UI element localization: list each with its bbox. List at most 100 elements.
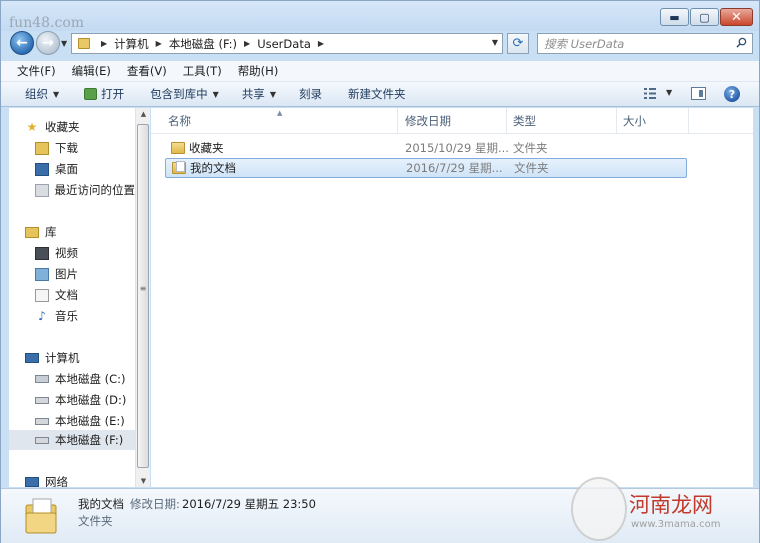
forward-arrow-icon: → xyxy=(42,35,54,51)
menu-help[interactable]: 帮助(H) xyxy=(238,63,279,79)
details-date-label: 修改日期: xyxy=(130,497,180,511)
menu-bar: 文件(F) 编辑(E) 查看(V) 工具(T) 帮助(H) xyxy=(1,61,759,82)
sidebar-item-drive-f[interactable]: 本地磁盘 (F:) xyxy=(9,430,135,450)
close-button[interactable]: ✕ xyxy=(720,8,753,26)
sidebar-group-label: 库 xyxy=(45,225,57,239)
burn-button[interactable]: 刻录 xyxy=(299,86,322,102)
sidebar-item-downloads[interactable]: 下载 xyxy=(9,138,135,158)
sidebar-group-label: 网络 xyxy=(45,475,68,487)
navigation-scrollbar[interactable]: ▲ ≡ ▼ xyxy=(135,108,150,487)
forward-button[interactable]: → xyxy=(36,31,60,55)
sidebar-item-label: 本地磁盘 (C:) xyxy=(55,372,126,386)
documents-folder-icon xyxy=(172,161,186,174)
top-watermark: fun48.com xyxy=(9,15,85,31)
video-icon xyxy=(35,246,49,260)
sidebar-item-label: 图片 xyxy=(55,267,78,281)
back-button[interactable]: ← xyxy=(10,31,34,55)
breadcrumb-drive-f[interactable]: 本地磁盘 (F:) xyxy=(169,36,237,52)
folder-icon xyxy=(171,142,185,154)
preview-pane-icon[interactable] xyxy=(691,87,706,100)
minimize-button[interactable]: ▬ xyxy=(660,8,689,26)
open-button[interactable]: 打开 xyxy=(84,86,124,102)
drive-icon xyxy=(35,436,49,444)
chevron-right-icon[interactable]: ▶ xyxy=(244,39,250,48)
scroll-up-icon[interactable]: ▲ xyxy=(136,110,151,118)
sidebar-item-pictures[interactable]: 图片 xyxy=(9,264,135,284)
scroll-thumb[interactable] xyxy=(137,124,149,468)
file-modified: 2015/10/29 星期... xyxy=(405,141,509,155)
sidebar-group-network[interactable]: 网络 xyxy=(25,474,135,487)
file-row-favorites[interactable]: 收藏夹 2015/10/29 星期... 文件夹 xyxy=(165,138,687,158)
address-dropdown-icon[interactable]: ▼ xyxy=(492,38,498,47)
close-icon: ✕ xyxy=(731,9,742,25)
sidebar-item-music[interactable]: ♪ 音乐 xyxy=(9,306,135,326)
new-folder-button[interactable]: 新建文件夹 xyxy=(348,86,406,102)
sort-ascending-icon: ▲ xyxy=(277,109,283,117)
organize-button[interactable]: 组织 ▼ xyxy=(25,86,59,102)
sidebar-item-drive-d[interactable]: 本地磁盘 (D:) xyxy=(9,390,135,410)
sidebar-item-label: 视频 xyxy=(55,246,78,260)
column-header-size[interactable]: 大小 xyxy=(617,108,689,134)
sidebar-item-documents[interactable]: 文档 xyxy=(9,285,135,305)
share-button[interactable]: 共享 ▼ xyxy=(242,86,276,102)
command-bar: 组织 ▼ 打开 包含到库中 ▼ 共享 ▼ 刻录 新建文件夹 ▼ ? xyxy=(1,82,759,107)
breadcrumb-computer[interactable]: 计算机 xyxy=(114,36,149,52)
include-in-library-button[interactable]: 包含到库中 ▼ xyxy=(150,86,219,102)
column-header-modified[interactable]: 修改日期 xyxy=(399,108,507,134)
scroll-down-icon[interactable]: ▼ xyxy=(136,477,151,485)
breadcrumb-userdata[interactable]: UserData xyxy=(257,37,311,51)
menu-view[interactable]: 查看(V) xyxy=(127,63,167,79)
back-arrow-icon: ← xyxy=(16,35,28,51)
sidebar-group-label: 计算机 xyxy=(45,351,80,365)
downloads-folder-icon xyxy=(35,141,49,155)
sidebar-group-favorites[interactable]: ★ 收藏夹 xyxy=(25,119,135,135)
pictures-icon xyxy=(35,267,49,281)
view-dropdown-icon[interactable]: ▼ xyxy=(666,88,672,97)
sidebar-item-videos[interactable]: 视频 xyxy=(9,243,135,263)
sidebar-group-computer[interactable]: 计算机 xyxy=(25,350,135,366)
star-icon: ★ xyxy=(26,120,38,134)
file-name: 我的文档 xyxy=(190,161,236,175)
explorer-window: fun48.com ▬ ▢ ✕ ← → ▼ ▶ 计算机 ▶ 本地磁盘 (F:) … xyxy=(0,0,760,543)
search-placeholder: 搜索 UserData xyxy=(544,36,625,51)
sidebar-item-recent-places[interactable]: 最近访问的位置 xyxy=(9,180,135,200)
title-bar[interactable]: fun48.com ▬ ▢ ✕ xyxy=(1,1,759,31)
maximize-button[interactable]: ▢ xyxy=(690,8,719,26)
chevron-right-icon[interactable]: ▶ xyxy=(318,39,324,48)
sidebar-group-libraries[interactable]: 库 xyxy=(25,224,135,240)
watermark-url: www.3mama.com xyxy=(631,519,721,530)
dropdown-arrow-icon: ▼ xyxy=(53,89,60,99)
search-icon[interactable] xyxy=(736,37,747,48)
dropdown-arrow-icon: ▼ xyxy=(212,89,219,99)
address-bar[interactable]: ▶ 计算机 ▶ 本地磁盘 (F:) ▶ UserData ▶ ▼ xyxy=(71,33,503,54)
burn-label: 刻录 xyxy=(298,87,322,101)
search-input[interactable]: 搜索 UserData xyxy=(537,33,753,54)
documents-icon xyxy=(35,288,49,302)
organize-label: 组织 xyxy=(25,87,48,101)
new-folder-label: 新建文件夹 xyxy=(347,87,406,101)
sidebar-item-label: 最近访问的位置 xyxy=(54,183,136,197)
recent-pages-dropdown[interactable]: ▼ xyxy=(61,39,67,48)
file-name-cell: 我的文档 xyxy=(172,160,236,176)
help-icon[interactable]: ? xyxy=(724,86,740,102)
sidebar-item-desktop[interactable]: 桌面 xyxy=(9,159,135,179)
menu-tools[interactable]: 工具(T) xyxy=(183,63,222,79)
column-header-type[interactable]: 类型 xyxy=(507,108,617,134)
details-pane: 我的文档 修改日期: 2016/7/29 星期五 23:50 文件夹 河南龙网 … xyxy=(1,477,759,543)
chevron-right-icon[interactable]: ▶ xyxy=(156,39,162,48)
details-date-value: 2016/7/29 星期五 23:50 xyxy=(182,497,316,511)
menu-file[interactable]: 文件(F) xyxy=(17,63,56,79)
sidebar-item-label: 本地磁盘 (D:) xyxy=(55,393,127,407)
maximize-icon: ▢ xyxy=(699,10,710,24)
details-item-type: 文件夹 xyxy=(78,514,113,528)
refresh-button[interactable]: ⟳ xyxy=(507,33,529,54)
menu-edit[interactable]: 编辑(E) xyxy=(72,63,111,79)
include-label: 包含到库中 xyxy=(150,87,208,101)
sidebar-item-drive-e[interactable]: 本地磁盘 (E:) xyxy=(9,411,135,431)
open-icon xyxy=(84,88,98,100)
sidebar-item-drive-c[interactable]: 本地磁盘 (C:) xyxy=(9,369,135,389)
recent-places-icon xyxy=(35,183,49,197)
view-options-icon[interactable] xyxy=(644,88,656,99)
file-row-my-documents[interactable]: 我的文档 2016/7/29 星期... 文件夹 xyxy=(165,158,687,178)
chevron-right-icon[interactable]: ▶ xyxy=(101,39,107,48)
